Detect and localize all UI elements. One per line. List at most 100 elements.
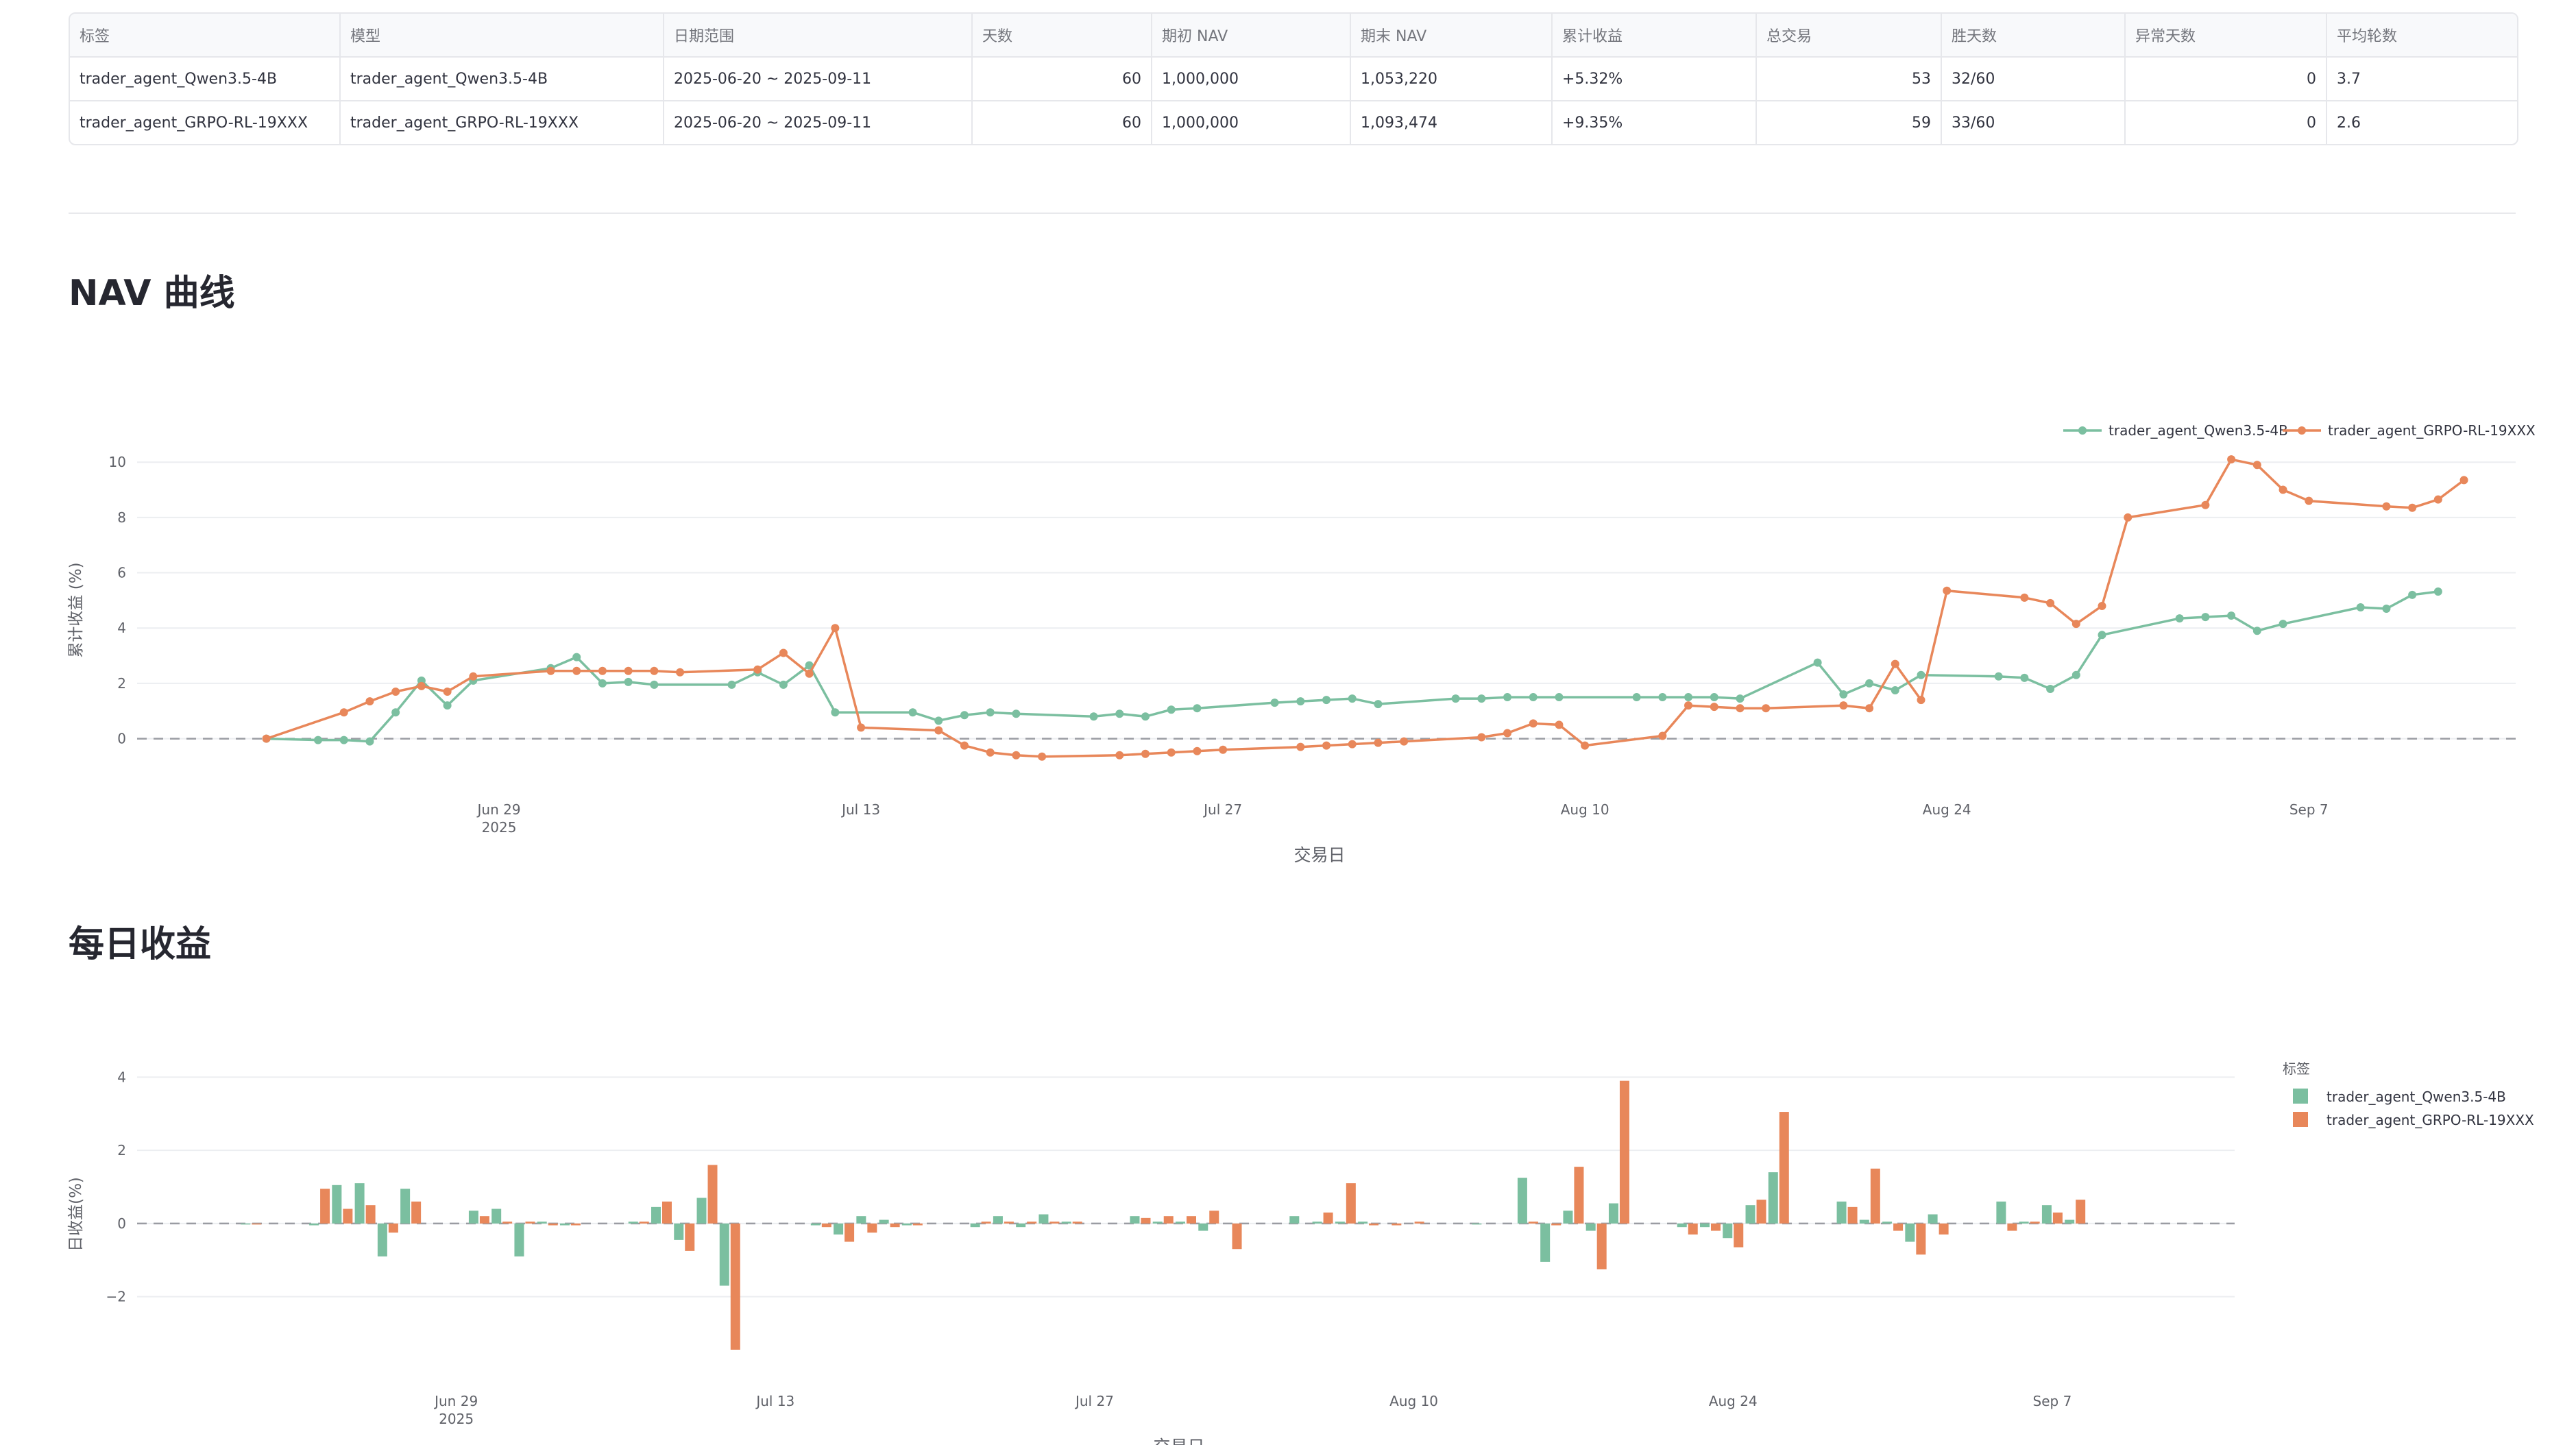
bar	[570, 1223, 581, 1226]
table-cell[interactable]: 2025-06-20 ~ 2025-09-11	[664, 57, 973, 101]
legend-label: trader_agent_Qwen3.5-4B	[2109, 422, 2288, 439]
data-point	[1917, 696, 1925, 705]
data-point	[469, 672, 478, 681]
data-point	[1529, 693, 1538, 702]
data-point	[1296, 697, 1305, 706]
data-point	[572, 653, 581, 661]
table-cell[interactable]: +5.32%	[1552, 57, 1757, 101]
table-cell[interactable]: 0	[2125, 101, 2327, 144]
table-cell[interactable]: 2.6	[2326, 101, 2517, 144]
bar	[1905, 1223, 1915, 1242]
bar	[411, 1201, 422, 1224]
bar	[1779, 1112, 1789, 1224]
data-point	[753, 665, 762, 674]
bar	[1528, 1222, 1538, 1224]
bar	[365, 1205, 376, 1224]
bar	[1027, 1222, 1037, 1224]
bar	[1517, 1178, 1527, 1224]
series-line	[266, 590, 2439, 743]
data-point	[1219, 745, 1228, 754]
col-header-end-nav[interactable]: 期末 NAV	[1350, 14, 1553, 58]
table-cell[interactable]: 3.7	[2326, 57, 2517, 101]
x-tick-label: Sep 7	[2033, 1393, 2072, 1409]
bar	[1004, 1222, 1014, 1224]
data-point	[1710, 693, 1718, 702]
bar	[1209, 1211, 1219, 1224]
table-cell[interactable]: 1,000,000	[1152, 57, 1351, 101]
bar	[2076, 1200, 2086, 1224]
nav-line-chart[interactable]: 0 2 4 6 8 10 Jun 292025 Jul 13 Jul 27 Aug 10 Aug 2…	[0, 384, 2576, 877]
data-point	[2071, 670, 2080, 679]
table-cell[interactable]: 53	[1756, 57, 1942, 101]
table-cell[interactable]: 33/60	[1941, 101, 2126, 144]
table-cell[interactable]: 1,000,000	[1152, 101, 1351, 144]
bar	[810, 1223, 821, 1226]
table-row: trader_agent_Qwen3.5-4B trader_agent_Qwe…	[70, 57, 2517, 101]
col-header-days[interactable]: 天数	[972, 14, 1152, 58]
data-point	[1141, 712, 1150, 721]
data-point	[908, 708, 917, 717]
table-cell[interactable]: 0	[2125, 57, 2327, 101]
data-point	[960, 741, 969, 750]
bar	[1608, 1203, 1618, 1224]
data-point	[1374, 700, 1383, 709]
bar	[639, 1222, 649, 1224]
data-point	[2098, 601, 2106, 610]
bar	[1232, 1223, 1242, 1250]
col-header-label[interactable]: 标签	[70, 14, 341, 58]
table-cell[interactable]: 60	[972, 101, 1152, 144]
bar	[1585, 1223, 1596, 1231]
col-header-model[interactable]: 模型	[340, 14, 664, 58]
col-header-cum-return[interactable]: 累计收益	[1552, 14, 1757, 58]
table-cell[interactable]: trader_agent_Qwen3.5-4B	[70, 57, 341, 101]
data-point	[365, 697, 374, 706]
col-header-start-nav[interactable]: 期初 NAV	[1152, 14, 1351, 58]
data-point	[1684, 701, 1693, 710]
table-cell[interactable]: 2025-06-20 ~ 2025-09-11	[664, 101, 973, 144]
legend-swatch	[2293, 1089, 2308, 1104]
bar	[651, 1206, 661, 1224]
legend-label: trader_agent_Qwen3.5-4B	[2326, 1089, 2506, 1105]
col-header-win-days[interactable]: 胜天数	[1941, 14, 2126, 58]
legend-title: 标签	[2283, 1060, 2310, 1077]
bar	[730, 1223, 740, 1350]
bar	[1836, 1201, 1847, 1224]
y-axis-title: 日收益(%)	[67, 1177, 85, 1252]
bar	[1928, 1214, 1938, 1224]
table-cell[interactable]: trader_agent_Qwen3.5-4B	[340, 57, 664, 101]
table-cell[interactable]: 59	[1756, 101, 1942, 144]
bar	[2007, 1223, 2017, 1231]
col-header-total-trades[interactable]: 总交易	[1756, 14, 1942, 58]
bar	[628, 1222, 638, 1224]
data-point	[1813, 658, 1822, 667]
col-header-abnormal-days[interactable]: 异常天数	[2125, 14, 2327, 58]
summary-table-container: 标签 模型 日期范围 天数 期初 NAV 期末 NAV 累计收益 总交易 胜天数…	[69, 12, 2518, 145]
daily-return-bar-chart[interactable]: −2 0 2 4 Jun 29 2025 Jul 13 Jul 27 Aug 10 Aug 24 S…	[0, 1042, 2576, 1445]
table-cell[interactable]: 1,053,220	[1350, 57, 1553, 101]
data-point	[1193, 704, 1202, 713]
data-point	[2252, 627, 2261, 635]
bar	[1414, 1222, 1424, 1224]
bar	[674, 1223, 684, 1240]
bar	[834, 1223, 844, 1235]
bar	[309, 1223, 319, 1226]
bar	[468, 1211, 478, 1224]
bar	[1176, 1222, 1185, 1224]
data-point	[2071, 620, 2080, 629]
table-cell[interactable]: 1,093,474	[1350, 101, 1553, 144]
table-cell[interactable]: trader_agent_GRPO-RL-19XXX	[70, 101, 341, 144]
table-cell[interactable]: 60	[972, 57, 1152, 101]
table-cell[interactable]: 32/60	[1941, 57, 2126, 101]
y-tick-label: 2	[117, 675, 126, 692]
bar	[890, 1223, 900, 1228]
data-point	[339, 708, 348, 717]
data-point	[546, 666, 555, 675]
table-cell[interactable]: trader_agent_GRPO-RL-19XXX	[340, 101, 664, 144]
col-header-date-range[interactable]: 日期范围	[664, 14, 973, 58]
bar	[343, 1209, 353, 1224]
data-point	[1581, 741, 1590, 750]
table-cell[interactable]: +9.35%	[1552, 101, 1757, 144]
bar	[1677, 1223, 1687, 1228]
data-point	[2046, 684, 2055, 693]
col-header-avg-rounds[interactable]: 平均轮数	[2326, 14, 2517, 58]
